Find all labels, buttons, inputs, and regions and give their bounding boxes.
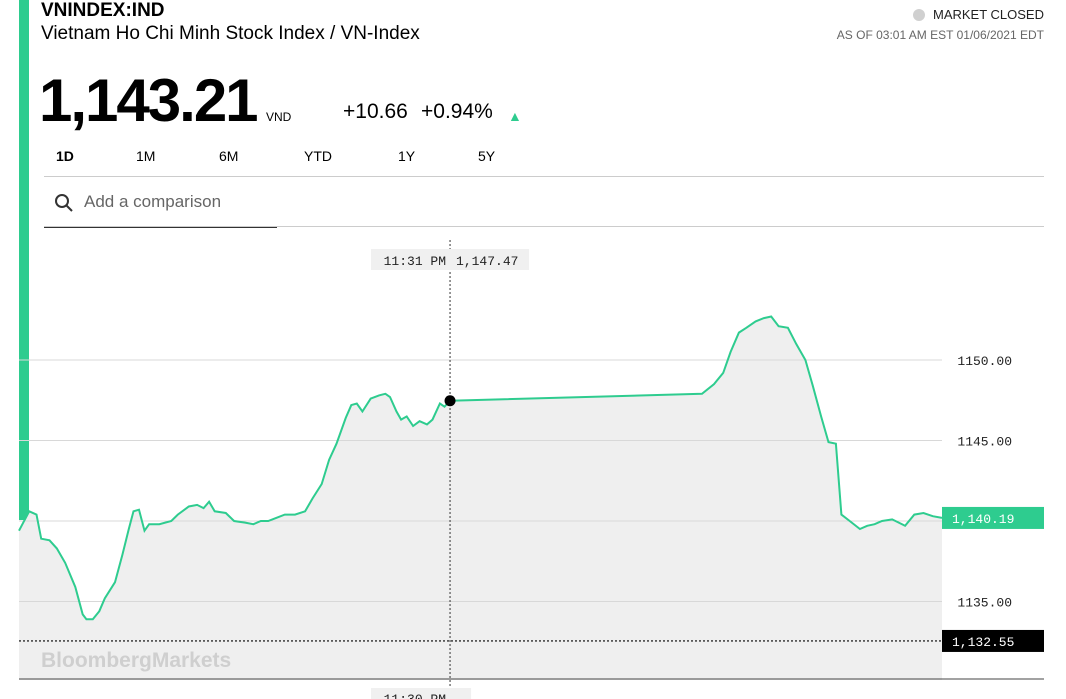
watermark-logo: BloombergMarkets xyxy=(41,649,231,672)
bottom-time-label: 11:30 PM xyxy=(384,692,446,699)
crosshair-value-label: 1,147.47 xyxy=(456,254,518,269)
y-tick-label: 1145.00 xyxy=(957,435,1012,450)
y-tick-label: 1150.00 xyxy=(957,354,1012,369)
chart-area-fill xyxy=(19,316,942,680)
crosshair-point[interactable] xyxy=(444,395,456,407)
last-value-label: 1,140.19 xyxy=(952,512,1014,527)
y-tick-label: 1135.00 xyxy=(957,596,1012,611)
previous-close-label: 1,132.55 xyxy=(952,635,1014,650)
crosshair-time-label: 11:31 PM xyxy=(384,254,446,269)
price-chart[interactable]: BloombergMarkets 11:31 PM 1,147.47 11:30 PM… xyxy=(0,0,1066,699)
